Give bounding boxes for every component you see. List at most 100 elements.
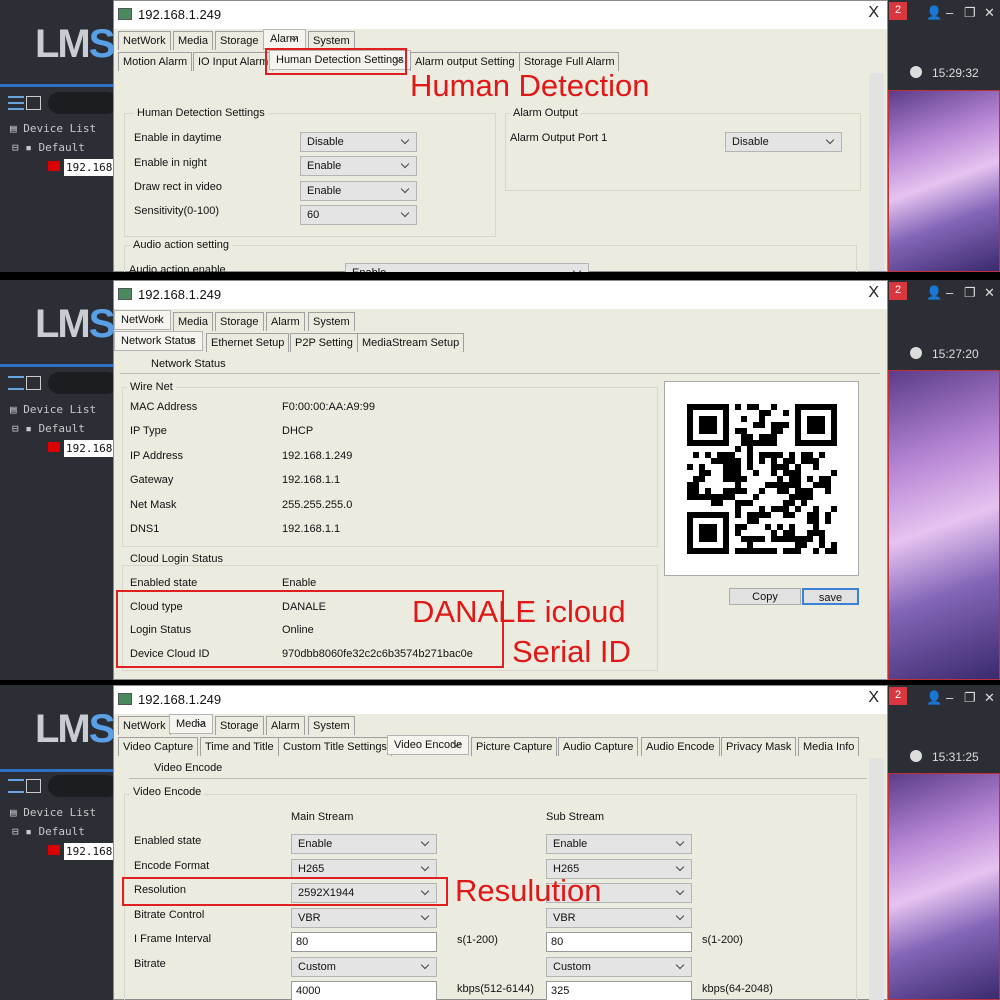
audio-action-select[interactable]: Enable bbox=[345, 263, 589, 272]
close-icon[interactable]: ✕ bbox=[984, 285, 995, 301]
qr-module bbox=[813, 512, 819, 518]
tab-network[interactable]: NetWork bbox=[114, 310, 171, 330]
close-icon[interactable]: ✕ bbox=[984, 690, 995, 706]
list-view-icon[interactable] bbox=[8, 96, 24, 110]
qr-module bbox=[753, 512, 759, 518]
tree-group-default[interactable]: ⊟ ▪ Default bbox=[12, 141, 85, 154]
main-stream-field[interactable]: VBR bbox=[291, 908, 437, 928]
sub-stream-field[interactable]: Enable bbox=[546, 834, 692, 854]
video-preview[interactable] bbox=[888, 90, 1000, 272]
qr-module bbox=[789, 476, 795, 482]
subtab-time-title[interactable]: Time and Title bbox=[200, 737, 279, 756]
tab-system[interactable]: System bbox=[308, 312, 355, 331]
tab-network[interactable]: NetWork bbox=[118, 716, 171, 735]
map-view-icon[interactable] bbox=[26, 96, 41, 110]
copy-button[interactable]: Copy bbox=[729, 588, 801, 605]
tab-storage[interactable]: Storage bbox=[215, 312, 264, 331]
map-view-icon[interactable] bbox=[26, 376, 41, 390]
sub-stream-field[interactable]: 325 bbox=[546, 981, 692, 1000]
tab-alarm[interactable]: Alarm bbox=[266, 312, 305, 331]
close-icon[interactable]: ✕ bbox=[984, 5, 995, 21]
restore-icon[interactable]: ❐ bbox=[964, 285, 976, 301]
main-stream-field[interactable]: 4000 bbox=[291, 981, 437, 1000]
search-box[interactable] bbox=[48, 92, 118, 114]
subtab-media-info[interactable]: Media Info bbox=[798, 737, 860, 756]
minimize-icon[interactable]: – bbox=[946, 690, 953, 705]
subtab-mediastream-setup[interactable]: MediaStream Setup bbox=[357, 333, 465, 352]
search-box[interactable] bbox=[48, 372, 118, 394]
qr-module bbox=[777, 524, 783, 530]
field-value: 255.255.255.0 bbox=[282, 498, 353, 511]
tab-media[interactable]: Media bbox=[173, 312, 213, 331]
qr-module bbox=[783, 482, 789, 488]
main-stream-field[interactable]: Custom bbox=[291, 957, 437, 977]
notification-badge[interactable]: 2 bbox=[889, 687, 907, 705]
video-preview[interactable] bbox=[888, 370, 1000, 680]
list-view-icon[interactable] bbox=[8, 376, 24, 390]
draw-rect-select[interactable]: Enable bbox=[300, 181, 417, 201]
subtab-video-capture[interactable]: Video Capture bbox=[118, 737, 199, 756]
scrollbar[interactable] bbox=[869, 73, 884, 271]
tab-system[interactable]: System bbox=[308, 716, 355, 735]
save-button[interactable]: save bbox=[802, 588, 859, 605]
list-view-icon[interactable] bbox=[8, 779, 24, 793]
sub-stream-field[interactable]: VBR bbox=[546, 908, 692, 928]
tab-media[interactable]: Media bbox=[169, 714, 213, 734]
user-icon[interactable]: 👤 bbox=[926, 690, 942, 706]
notification-badge[interactable]: 2 bbox=[889, 282, 907, 300]
qr-module bbox=[813, 506, 819, 512]
qr-module bbox=[783, 548, 789, 554]
qr-module bbox=[765, 410, 771, 416]
subtab-picture-capture[interactable]: Picture Capture bbox=[471, 737, 558, 756]
field-label: Gateway bbox=[130, 474, 174, 487]
tree-group-default[interactable]: ⊟ ▪ Default bbox=[12, 825, 85, 838]
main-stream-field[interactable]: 80 bbox=[291, 932, 437, 952]
sensitivity-select[interactable]: 60 bbox=[300, 205, 417, 225]
video-preview[interactable] bbox=[888, 773, 1000, 1000]
minimize-icon[interactable]: – bbox=[946, 5, 953, 20]
main-stream-field[interactable]: H265 bbox=[291, 859, 437, 879]
minimize-icon[interactable]: – bbox=[946, 285, 953, 300]
tab-network[interactable]: NetWork bbox=[118, 31, 171, 50]
subtab-custom-title[interactable]: Custom Title Settings bbox=[278, 737, 392, 756]
tab-alarm[interactable]: Alarm bbox=[266, 716, 305, 735]
tab-alarm[interactable]: Alarm bbox=[263, 29, 306, 49]
close-icon[interactable]: X bbox=[868, 689, 879, 707]
alarm-output-select[interactable]: Disable bbox=[725, 132, 842, 152]
sub-stream-field[interactable]: 80 bbox=[546, 932, 692, 952]
subtab-motion-alarm[interactable]: Motion Alarm bbox=[118, 52, 193, 71]
subtab-io-input-alarm[interactable]: IO Input Alarm bbox=[193, 52, 274, 71]
enable-daytime-select[interactable]: Disable bbox=[300, 132, 417, 152]
user-icon[interactable]: 👤 bbox=[926, 5, 942, 21]
subtab-audio-capture[interactable]: Audio Capture bbox=[558, 737, 639, 756]
qr-module bbox=[783, 464, 789, 470]
subtab-privacy-mask[interactable]: Privacy Mask bbox=[721, 737, 797, 756]
main-stream-field[interactable]: Enable bbox=[291, 834, 437, 854]
tab-media[interactable]: Media bbox=[173, 31, 213, 50]
tab-storage[interactable]: Storage bbox=[215, 31, 264, 50]
enable-night-select[interactable]: Enable bbox=[300, 156, 417, 176]
sub-stream-field[interactable]: Custom bbox=[546, 957, 692, 977]
close-icon[interactable]: X bbox=[868, 4, 879, 22]
subtab-video-encode[interactable]: Video Encode bbox=[387, 735, 470, 755]
camera-icon bbox=[48, 161, 60, 171]
tree-group-default[interactable]: ⊟ ▪ Default bbox=[12, 422, 85, 435]
notification-badge[interactable]: 2 bbox=[889, 2, 907, 20]
subtab-network-status[interactable]: Network Status bbox=[114, 331, 203, 351]
user-icon[interactable]: 👤 bbox=[926, 285, 942, 301]
restore-icon[interactable]: ❐ bbox=[964, 5, 976, 21]
scrollbar[interactable] bbox=[869, 758, 884, 1000]
tab-storage[interactable]: Storage bbox=[215, 716, 264, 735]
subtab-p2p-setting[interactable]: P2P Setting bbox=[290, 333, 358, 352]
subtab-audio-encode[interactable]: Audio Encode bbox=[641, 737, 720, 756]
unit-label: s(1-200) bbox=[702, 934, 743, 946]
qr-module bbox=[771, 452, 777, 458]
column-header: Main Stream bbox=[291, 811, 354, 823]
map-view-icon[interactable] bbox=[26, 779, 41, 793]
qr-module bbox=[723, 512, 729, 554]
field-value: 192.168.1.1 bbox=[282, 523, 341, 535]
subtab-ethernet-setup[interactable]: Ethernet Setup bbox=[206, 333, 290, 352]
restore-icon[interactable]: ❐ bbox=[964, 690, 976, 706]
search-box[interactable] bbox=[48, 775, 118, 797]
close-icon[interactable]: X bbox=[868, 284, 879, 302]
